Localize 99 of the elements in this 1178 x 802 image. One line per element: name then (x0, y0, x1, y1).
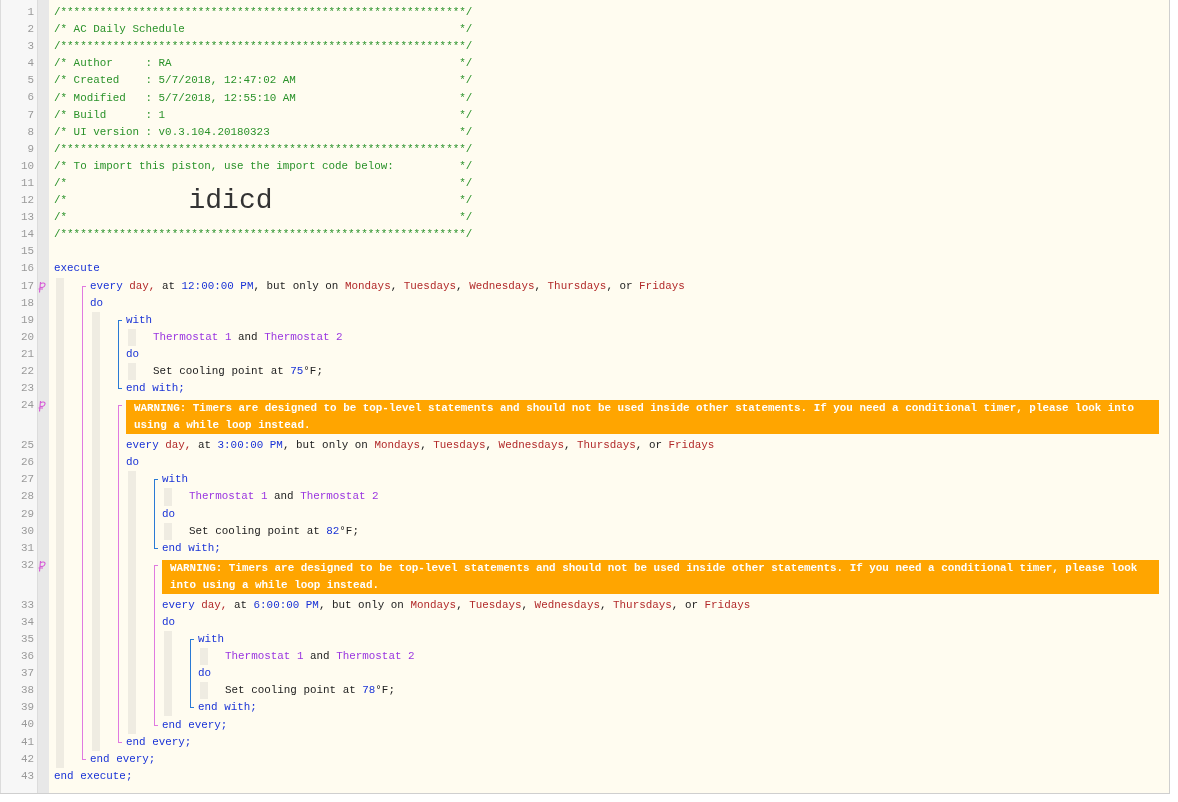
line-number: 5 (26, 73, 34, 89)
code-line: do (126, 455, 140, 471)
line-number: 10 (19, 158, 34, 174)
line-number: 36 (19, 649, 34, 665)
comment-text: /* To import this piston, use the import code below: (54, 158, 394, 174)
code-line: do (198, 666, 212, 682)
code-line: Set cooling point at 82°F; (189, 523, 359, 539)
line-number: 38 (19, 683, 34, 699)
line-number: 3 (26, 39, 34, 55)
code-line: end with; (198, 700, 257, 716)
code-line: with (198, 632, 225, 648)
line-number: 12 (19, 193, 34, 209)
line-number: 4 (26, 56, 34, 72)
code-line: Set cooling point at 75°F; (153, 364, 323, 379)
code-line: do (162, 614, 176, 630)
comment-end: */ (459, 56, 473, 72)
line-number: 32 (19, 557, 34, 573)
comment-end: */ (459, 193, 473, 209)
line-number: 24 (19, 398, 34, 414)
code-line: with (162, 472, 189, 488)
warning-banner: WARNING: Timers are designed to be top-level statements and should not be used inside other statements. If you need a conditional timer, please look into using a while loop instead. (126, 400, 1159, 435)
comment-end: */ (459, 176, 473, 191)
line-number: 41 (19, 734, 34, 750)
line-number: 35 (19, 632, 34, 647)
block-bracket (154, 479, 158, 549)
comment-text: /* Modified : 5/7/2018, 12:55:10 AM (54, 90, 296, 106)
code-line: Set cooling point at 78°F; (225, 683, 395, 699)
code-line: every day, at 3:00:00 PM, but only on Mondays, Tuesdays, Wednesdays, Thursdays, or Fridays (126, 438, 715, 454)
code-line: Thermostat 1 and Thermostat 2 (153, 329, 343, 345)
line-number: 22 (19, 363, 34, 379)
line-number: 19 (19, 312, 34, 328)
line-number: 16 (19, 261, 34, 277)
line-number: 30 (19, 523, 34, 539)
line-number: 15 (19, 244, 34, 260)
code-line: end execute; (54, 768, 133, 784)
line-number: 27 (19, 472, 34, 488)
code-line: Thermostat 1 and Thermostat 2 (225, 649, 415, 665)
comment-text: /**************************************************************/ (54, 5, 473, 21)
line-number: 1 (26, 5, 34, 20)
line-number: 31 (19, 540, 34, 556)
comment-text: /**************************************************************/ (54, 141, 473, 157)
code-line: end every; (126, 734, 192, 750)
line-number: 21 (19, 346, 34, 362)
line-number: 37 (19, 666, 34, 682)
code-line: Thermostat 1 and Thermostat 2 (189, 489, 379, 505)
line-number: 17 (19, 278, 34, 294)
comment-end: */ (459, 158, 473, 174)
code-line: with (126, 312, 153, 328)
comment-text: /* UI version : v0.3.104.20180323 (54, 124, 270, 140)
line-number: 33 (19, 597, 34, 613)
line-number: 20 (19, 329, 34, 345)
line-number: 18 (19, 295, 34, 311)
line-number: 43 (19, 768, 34, 784)
code-line: execute (54, 261, 100, 277)
line-number: 13 (19, 210, 34, 226)
comment-text: /**************************************************************/ (54, 39, 473, 55)
comment-end: */ (459, 22, 473, 38)
comment-end: */ (459, 210, 473, 226)
line-number: 6 (26, 90, 34, 106)
code-line: every day, at 12:00:00 PM, but only on Mondays, Tuesdays, Wednesdays, Thursdays, or Fridays (90, 278, 685, 294)
comment-text: /* AC Daily Schedule (54, 22, 185, 38)
line-number: 7 (26, 107, 34, 123)
code-line: do (126, 346, 140, 362)
comment-text: /* (54, 176, 68, 191)
line-number: 28 (19, 489, 34, 505)
comment-end: */ (459, 124, 473, 140)
line-number: 29 (19, 506, 34, 522)
line-number: 9 (26, 141, 34, 157)
code-line: every day, at 6:00:00 PM, but only on Mondays, Tuesdays, Wednesdays, Thursdays, or Fridays (162, 597, 751, 613)
line-number: 2 (26, 22, 34, 38)
line-number: 39 (19, 700, 34, 716)
line-number: 34 (19, 614, 34, 630)
warning-banner: WARNING: Timers are designed to be top-level statements and should not be used inside other statements. If you need a conditional timer, please look into using a while loop instead. (162, 559, 1159, 594)
line-number: 8 (26, 124, 34, 140)
code-line: end with; (162, 540, 221, 556)
line-number: 11 (19, 175, 34, 191)
comment-text: /* Created : 5/7/2018, 12:47:02 AM (54, 73, 296, 89)
import-code: idicd (188, 186, 273, 215)
block-bracket (190, 639, 194, 709)
code-line: end every; (90, 751, 156, 767)
comment-text: /* Build : 1 (54, 107, 166, 123)
line-number: 23 (19, 381, 34, 397)
comment-text: /* (54, 193, 68, 209)
code-line: do (90, 295, 104, 311)
line-number: 25 (19, 438, 34, 454)
comment-end: */ (459, 90, 473, 106)
comment-text: /* (54, 210, 68, 226)
comment-end: */ (459, 73, 473, 89)
line-number: 40 (19, 717, 34, 733)
line-number: 14 (19, 227, 34, 243)
comment-text: /**************************************************************/ (54, 227, 473, 243)
code-line: do (162, 506, 176, 522)
code-line: end with; (126, 381, 185, 397)
code-line: end every; (162, 717, 228, 733)
block-bracket (118, 319, 122, 390)
comment-text: /* Author : RA (54, 56, 172, 72)
comment-end: */ (459, 107, 473, 123)
line-number: 42 (19, 751, 34, 767)
line-number: 26 (19, 455, 34, 471)
